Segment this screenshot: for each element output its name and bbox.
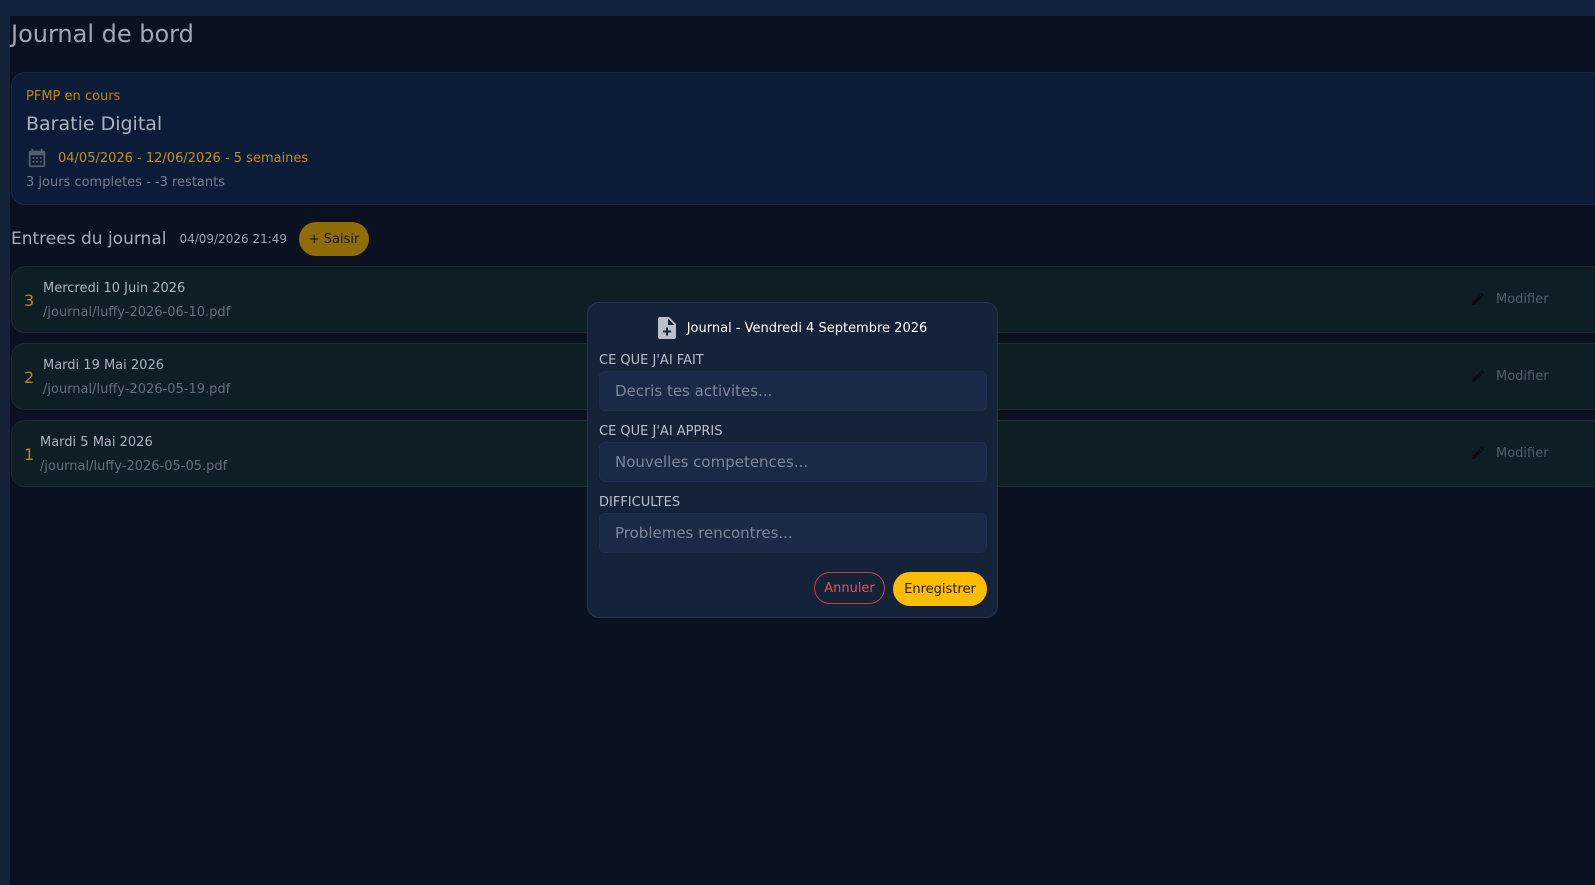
modal-header: Journal - Vendredi 4 Septembre 2026 bbox=[588, 317, 997, 339]
modal-title: Journal - Vendredi 4 Septembre 2026 bbox=[686, 320, 928, 336]
learned-input[interactable] bbox=[599, 442, 987, 482]
file-plus-icon bbox=[657, 317, 676, 339]
learned-label: CE QUE J'AI APPRIS bbox=[599, 424, 723, 439]
activities-label: CE QUE J'AI FAIT bbox=[599, 353, 704, 368]
difficulties-label: DIFFICULTES bbox=[599, 495, 681, 510]
difficulties-input[interactable] bbox=[599, 513, 987, 553]
activities-input[interactable] bbox=[599, 371, 987, 411]
cancel-button[interactable]: Annuler bbox=[814, 572, 885, 604]
save-button[interactable]: Enregistrer bbox=[893, 572, 987, 606]
journal-entry-modal: Journal - Vendredi 4 Septembre 2026 CE Q… bbox=[587, 302, 998, 618]
